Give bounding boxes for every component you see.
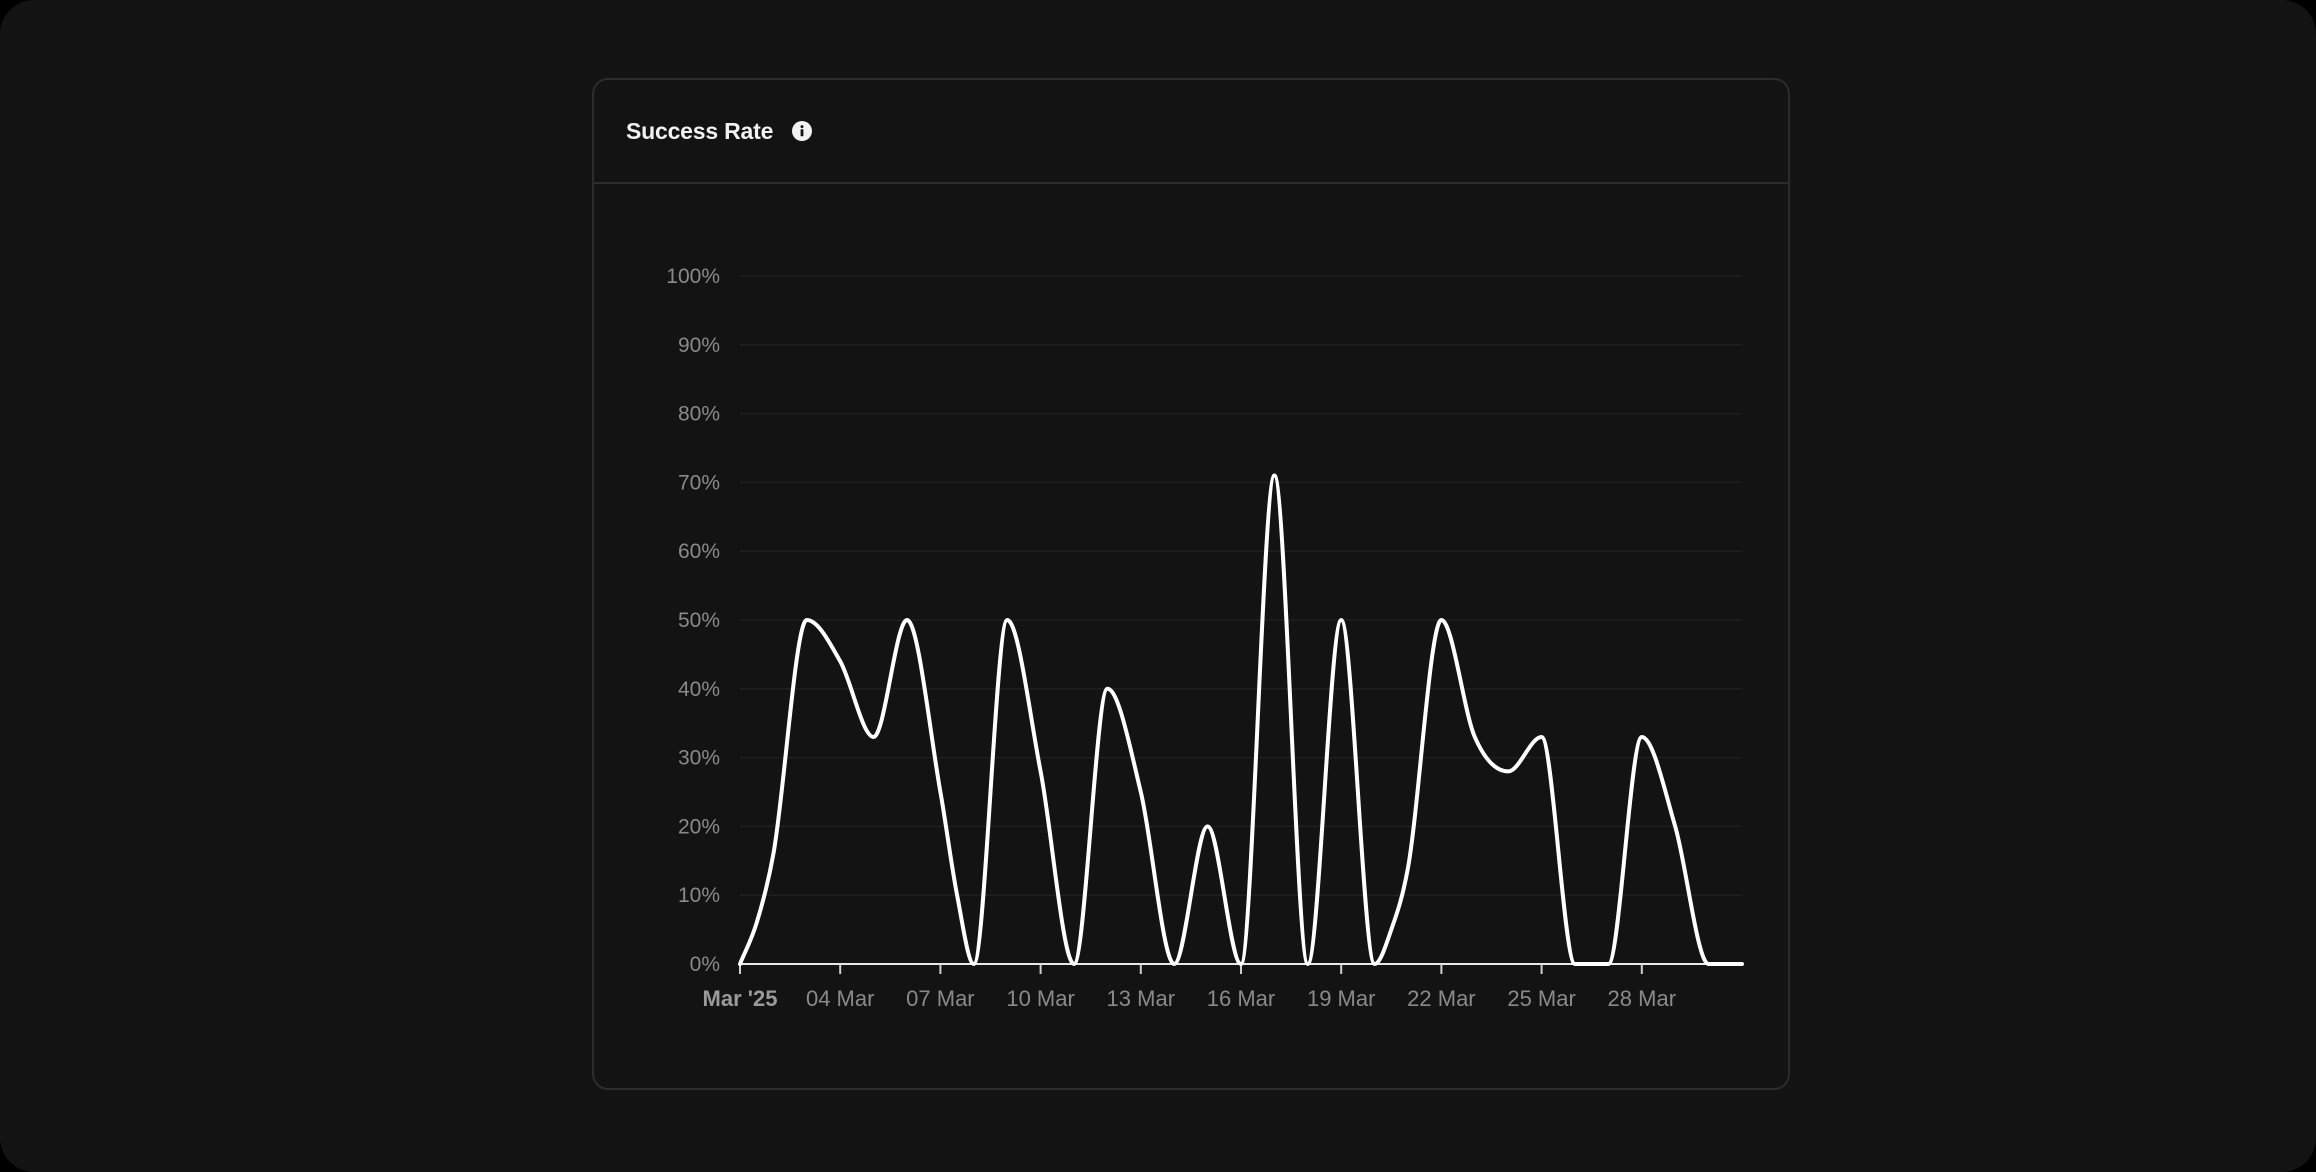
y-tick-label: 40%	[678, 678, 720, 701]
x-tick-label: 28 Mar	[1608, 986, 1676, 1011]
info-icon[interactable]	[791, 120, 813, 142]
card-title: Success Rate	[626, 117, 774, 144]
x-tick-label: 10 Mar	[1006, 986, 1074, 1011]
x-tick-label: 04 Mar	[806, 986, 874, 1011]
x-tick-label: 19 Mar	[1307, 986, 1375, 1011]
y-tick-label: 60%	[678, 540, 720, 563]
card-header: Success Rate	[594, 80, 1788, 184]
y-tick-label: 20%	[678, 815, 720, 838]
screen-background: Success Rate 0% 10% 20% 30% 40% 50% 60% 70% 80% 9…	[0, 0, 2316, 1172]
series-line	[738, 473, 1744, 966]
x-tick-label: 13 Mar	[1107, 986, 1175, 1011]
y-tick-label: 10%	[678, 884, 720, 907]
y-tick-label: 50%	[678, 609, 720, 632]
x-tick-label: Mar '25	[703, 986, 778, 1011]
y-tick-label: 30%	[678, 747, 720, 770]
y-tick-label: 0%	[690, 953, 720, 976]
x-tick-label: 22 Mar	[1407, 986, 1475, 1011]
y-tick-label: 90%	[678, 334, 720, 357]
chart-area: 0% 10% 20% 30% 40% 50% 60% 70% 80% 90% 100% Mar '25…	[594, 184, 1788, 1090]
y-tick-label: 70%	[678, 471, 720, 494]
y-tick-label: 100%	[666, 265, 720, 288]
x-tick-label: 25 Mar	[1507, 986, 1575, 1011]
x-tick-label: 16 Mar	[1207, 986, 1275, 1011]
success-rate-card: Success Rate 0% 10% 20% 30% 40% 50% 60% 70% 80% 9…	[592, 78, 1790, 1090]
y-tick-label: 80%	[678, 403, 720, 426]
x-tick-label: 07 Mar	[906, 986, 974, 1011]
success-rate-chart: 0% 10% 20% 30% 40% 50% 60% 70% 80% 90% 100% Mar '25…	[666, 265, 1744, 1011]
